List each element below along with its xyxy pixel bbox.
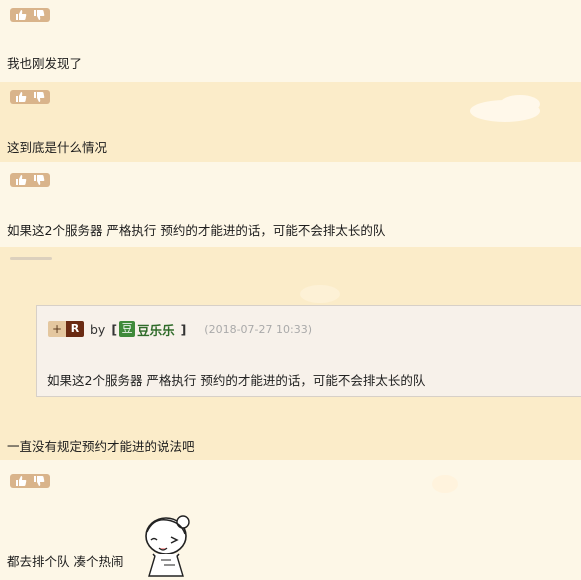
quote-body: 如果这2个服务器 严格执行 预约的才能进的话，可能不会排太长的队 <box>47 373 426 388</box>
quoted-reply: + R by [ 豆 豆乐乐 ] (2018-07-27 10:33) 如果这2… <box>36 305 581 397</box>
rank-r-badge: R <box>66 321 84 337</box>
thumbs-down-icon[interactable] <box>33 92 45 102</box>
comment-text: 如果这2个服务器 严格执行 预约的才能进的话，可能不会排太长的队 <box>7 223 386 238</box>
comment-text: 一直没有规定预约才能进的说法吧 <box>7 439 195 454</box>
quote-timestamp: (2018-07-27 10:33) <box>204 322 313 336</box>
thumbs-up-icon[interactable] <box>15 10 27 20</box>
comment-block-1 <box>0 0 581 82</box>
quoted-user-name: 豆乐乐 <box>137 322 175 338</box>
comment-text: 我也刚发现了 <box>7 56 83 71</box>
vote-buttons <box>10 8 50 22</box>
blurred-vote-buttons <box>10 257 52 260</box>
quoted-user-link[interactable]: 豆 豆乐乐 <box>117 320 175 339</box>
girl-sticker-icon <box>145 515 190 577</box>
thumbs-up-icon[interactable] <box>15 92 27 102</box>
bracket-close: ] <box>180 321 187 337</box>
vote-buttons <box>10 474 50 488</box>
vote-buttons <box>10 90 50 104</box>
quote-header: + R by [ 豆 豆乐乐 ] (2018-07-27 10:33) <box>48 320 312 338</box>
vote-buttons <box>10 173 50 187</box>
thumbs-down-icon[interactable] <box>33 175 45 185</box>
thumbs-up-icon[interactable] <box>15 175 27 185</box>
cloud-decoration <box>500 95 540 113</box>
thumbs-up-icon[interactable] <box>15 476 27 486</box>
by-label: by <box>90 321 106 337</box>
cloud-decoration <box>300 285 340 303</box>
rank-plus-badge: + <box>48 321 66 337</box>
thumbs-down-icon[interactable] <box>33 10 45 20</box>
thumbs-down-icon[interactable] <box>33 476 45 486</box>
comment-text: 这到底是什么情况 <box>7 140 108 155</box>
comment-thread: 我也刚发现了 这到底是什么情况 如果这2个服务器 严格执行 预约的才能进的话，可… <box>0 0 581 580</box>
dou-badge-icon: 豆 <box>119 321 136 337</box>
cloud-decoration <box>432 475 458 493</box>
comment-text: 都去排个队 凑个热闹 <box>7 554 124 569</box>
